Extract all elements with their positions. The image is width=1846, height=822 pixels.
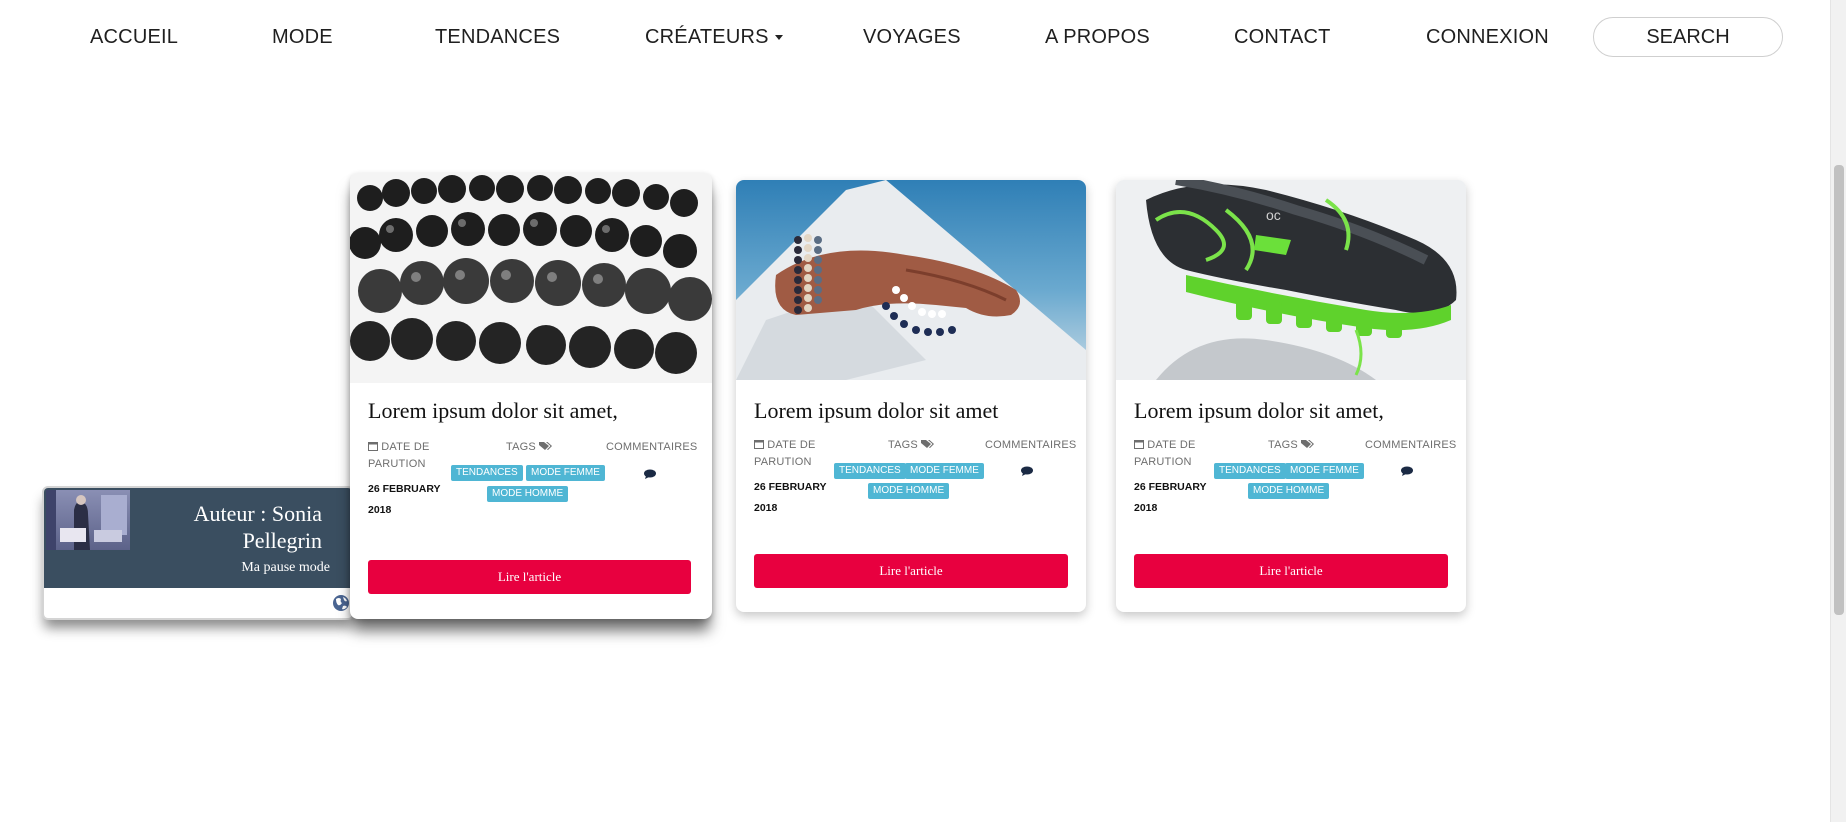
publish-date: 26 FEBRUARY 2018 — [368, 483, 441, 516]
date-label: DATE DE PARUTION — [1134, 437, 1224, 471]
tags-icon — [539, 442, 553, 450]
nav-item-accueil[interactable]: ACCUEIL — [90, 26, 178, 49]
article-card: oc Lorem ipsum dolor sit amet, DATE DE P… — [1116, 180, 1466, 612]
date-label: DATE DE PARUTION — [754, 437, 844, 471]
nav-item-connexion[interactable]: CONNEXION — [1426, 26, 1549, 49]
article-image-wrist — [736, 180, 1086, 380]
nav-item-createurs[interactable]: CRÉATEURS — [645, 26, 783, 49]
read-article-button[interactable]: Lire l'article — [368, 560, 691, 594]
publish-date: 26 FEBRUARY 2018 — [754, 481, 827, 514]
author-card[interactable]: Auteur : Sonia Pellegrin Ma pause mode — [42, 486, 354, 620]
tag-mode-femme[interactable]: MODE FEMME — [1285, 463, 1364, 479]
publish-date: 26 FEBRUARY 2018 — [1134, 481, 1207, 514]
calendar-icon — [754, 440, 764, 449]
tags-label-text: TAGS — [506, 441, 536, 453]
article-title[interactable]: Lorem ipsum dolor sit amet, — [368, 398, 618, 424]
nav-item-createurs-label: CRÉATEURS — [645, 26, 769, 48]
tag-mode-homme[interactable]: MODE HOMME — [868, 483, 950, 499]
date-label-text: DATE DE PARUTION — [1134, 439, 1196, 468]
comments-label: COMMENTAIRES — [606, 441, 698, 453]
date-label: DATE DE PARUTION — [368, 439, 458, 473]
main-navigation: ACCUEIL MODE TENDANCES CRÉATEURS VOYAGES… — [0, 0, 1846, 76]
read-article-button[interactable]: Lire l'article — [754, 554, 1068, 588]
tags-label: TAGS — [506, 439, 553, 456]
tags-label-text: TAGS — [1268, 439, 1298, 451]
article-card: Lorem ipsum dolor sit amet DATE DE PARUT… — [736, 180, 1086, 612]
date-label-text: DATE DE PARUTION — [368, 441, 430, 470]
search-button[interactable]: SEARCH — [1593, 17, 1783, 57]
globe-icon[interactable] — [332, 594, 350, 612]
tag-mode-femme[interactable]: MODE FEMME — [526, 465, 605, 481]
comment-icon[interactable] — [644, 469, 656, 479]
article-title[interactable]: Lorem ipsum dolor sit amet, — [1134, 398, 1384, 424]
tag-mode-homme[interactable]: MODE HOMME — [487, 486, 569, 502]
author-header: Auteur : Sonia Pellegrin Ma pause mode — [44, 488, 352, 588]
comments-label: COMMENTAIRES — [1365, 439, 1457, 451]
author-name: Auteur : Sonia Pellegrin — [193, 501, 322, 553]
date-label-text: DATE DE PARUTION — [754, 439, 816, 468]
tag-tendances[interactable]: TENDANCES — [834, 463, 906, 479]
article-title[interactable]: Lorem ipsum dolor sit amet — [754, 398, 998, 424]
comment-icon[interactable] — [1021, 466, 1033, 476]
read-article-button[interactable]: Lire l'article — [1134, 554, 1448, 588]
author-avatar — [46, 490, 130, 550]
shoe-logo-text: oc — [1266, 207, 1281, 223]
scrollbar-thumb[interactable] — [1834, 165, 1844, 615]
article-image-sneakers: oc — [1116, 180, 1466, 380]
caret-down-icon — [774, 35, 783, 41]
nav-item-mode[interactable]: MODE — [272, 26, 333, 49]
nav-item-contact[interactable]: CONTACT — [1234, 26, 1331, 49]
tags-label: TAGS — [1268, 437, 1315, 454]
tag-mode-homme[interactable]: MODE HOMME — [1248, 483, 1330, 499]
tags-icon — [921, 440, 935, 448]
tag-mode-femme[interactable]: MODE FEMME — [905, 463, 984, 479]
article-card: Lorem ipsum dolor sit amet, DATE DE PARU… — [350, 173, 712, 619]
comment-icon[interactable] — [1401, 466, 1413, 476]
calendar-icon — [368, 442, 378, 451]
page-scrollbar[interactable] — [1830, 0, 1846, 822]
comments-label: COMMENTAIRES — [985, 439, 1077, 451]
nav-item-tendances[interactable]: TENDANCES — [435, 26, 560, 49]
author-subtitle: Ma pause mode — [241, 560, 330, 575]
tags-label-text: TAGS — [888, 439, 918, 451]
tag-tendances[interactable]: TENDANCES — [451, 465, 523, 481]
calendar-icon — [1134, 440, 1144, 449]
tags-icon — [1301, 440, 1315, 448]
tags-label: TAGS — [888, 437, 935, 454]
tag-tendances[interactable]: TENDANCES — [1214, 463, 1286, 479]
nav-item-a-propos[interactable]: A PROPOS — [1045, 26, 1150, 49]
nav-item-voyages[interactable]: VOYAGES — [863, 26, 961, 49]
article-image-bracelets — [350, 173, 712, 383]
